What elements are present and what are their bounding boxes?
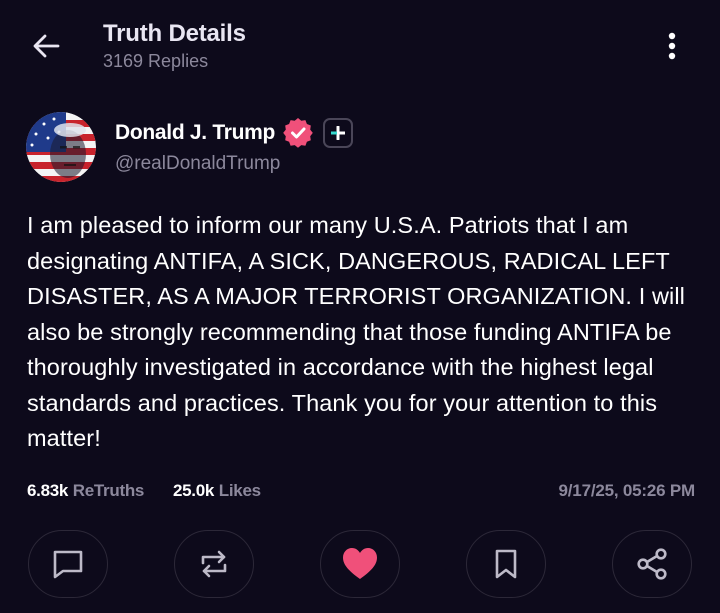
likes-count: 25.0k [173, 481, 215, 500]
plus-icon [331, 126, 346, 140]
header-title-block: Truth Details 3169 Replies [103, 20, 246, 72]
post-author: Donald J. Trump @realDonaldTrump [26, 110, 686, 184]
retruth-button[interactable] [174, 530, 254, 598]
share-icon [637, 548, 667, 580]
likes-label: Likes [218, 481, 261, 500]
page-title: Truth Details [103, 20, 246, 47]
share-button[interactable] [612, 530, 692, 598]
arrow-left-icon [33, 34, 60, 58]
verified-badge-icon [283, 118, 313, 148]
reply-button[interactable] [28, 530, 108, 598]
author-handle[interactable]: @realDonaldTrump [115, 153, 280, 175]
more-options-button[interactable] [656, 24, 688, 68]
more-vertical-icon [668, 32, 676, 60]
bookmark-icon [495, 549, 517, 579]
avatar[interactable] [26, 112, 96, 182]
retruths-stat[interactable]: 6.83k ReTruths [27, 481, 144, 501]
repost-icon [201, 550, 227, 578]
action-bar [0, 525, 720, 605]
post-stats: 6.83k ReTruths 25.0k Likes 9/17/25, 05:2… [27, 481, 695, 505]
comment-icon [53, 550, 83, 579]
replies-count: 3169 Replies [103, 51, 209, 71]
author-display-name[interactable]: Donald J. Trump [115, 121, 275, 145]
author-name-row: Donald J. Trump [115, 118, 354, 148]
post-body: I am pleased to inform our many U.S.A. P… [27, 212, 685, 451]
like-button[interactable] [320, 530, 400, 598]
back-button[interactable] [26, 26, 66, 66]
retruths-label: ReTruths [72, 481, 145, 500]
retruths-count: 6.83k [27, 481, 69, 500]
avatar-image [26, 112, 96, 182]
heart-icon [343, 548, 377, 579]
post-timestamp: 9/17/25, 05:26 PM [558, 481, 696, 500]
likes-stat[interactable]: 25.0k Likes [173, 481, 261, 501]
bookmark-button[interactable] [466, 530, 546, 598]
truth-plus-badge [323, 118, 354, 148]
top-bar: Truth Details 3169 Replies [0, 0, 720, 90]
